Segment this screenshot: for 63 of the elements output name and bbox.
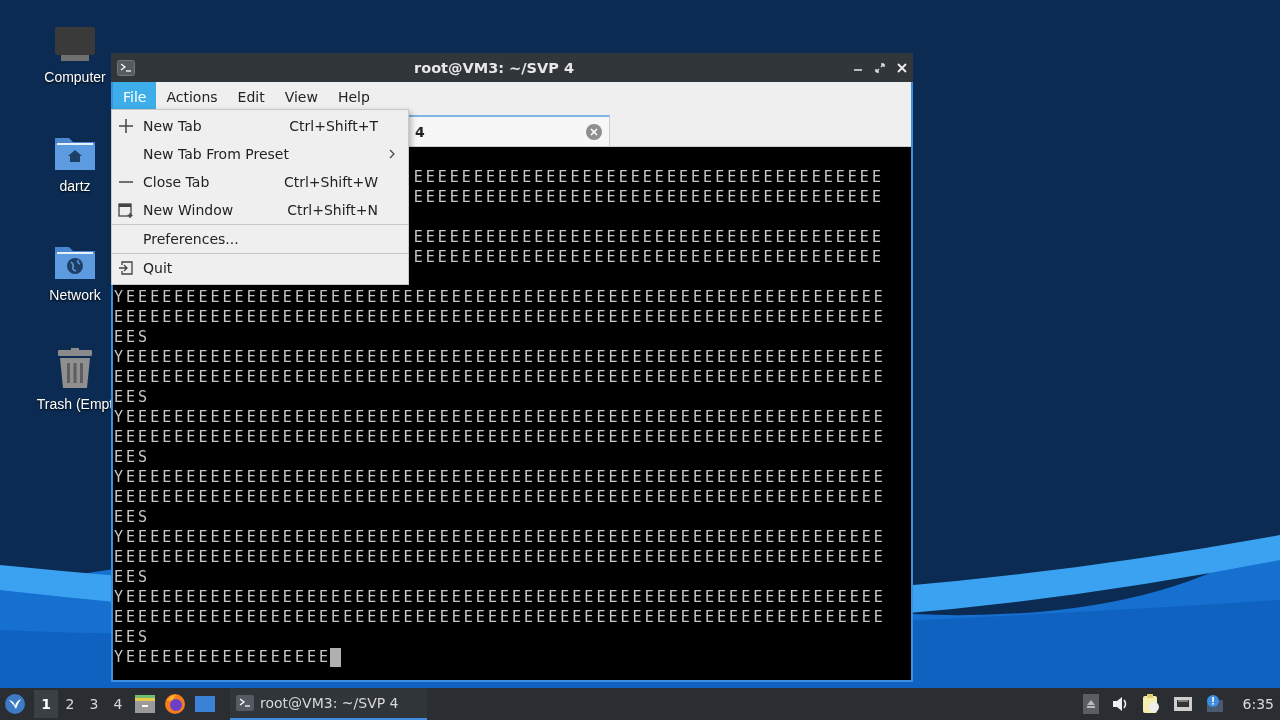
menu-item[interactable]: Close Tab Ctrl+Shift+W (112, 168, 408, 196)
clipboard-icon[interactable] (1140, 693, 1161, 715)
plus-icon (118, 118, 134, 134)
menu-item[interactable]: Quit (112, 254, 408, 282)
terminal-line: EEEEEEEEEEEEEEEEEEEEEEEEEEEEEEEEEEEEEEE (413, 168, 884, 186)
computer-icon (53, 25, 97, 61)
terminal-line: YEEEEEEEEEEEEEEEEEEEEEEEEEEEEEEEEEEEEEEEEEEEEEEEEEEEEEEEEEEEEEEE (114, 408, 886, 426)
terminal-line: EES (114, 388, 151, 406)
terminal-line: YEEEEEEEEEEEEEEEEEEEEEEEEEEEEEEEEEEEEEEEEEEEEEEEEEEEEEEEEEEEEEEE (114, 348, 886, 366)
workspace-button[interactable]: 4 (106, 690, 130, 718)
terminal-line: EES (114, 508, 151, 526)
terminal-line: EEEEEEEEEEEEEEEEEEEEEEEEEEEEEEEEEEEEEEEEEEEEEEEEEEEEEEEEEEEEEEEE (114, 368, 886, 386)
terminal-line: EES (114, 628, 151, 646)
icon-label: Computer (44, 69, 106, 85)
terminal-line: EES (114, 448, 151, 466)
close-tab-icon[interactable] (586, 123, 602, 140)
terminal-line: EEEEEEEEEEEEEEEEEEEEEEEEEEEEEEEEEEEEEEE (413, 228, 884, 246)
terminal-icon (236, 695, 254, 711)
menu-bar-item[interactable]: View (274, 82, 328, 111)
minus-icon (119, 181, 133, 183)
terminal-line: YEEEEEEEEEEEEEEEEEEEEEEEEEEEEEEEEEEEEEEEEEEEEEEEEEEEEEEEEEEEEEEE (114, 528, 886, 546)
terminal-line: EES (114, 328, 151, 346)
workspace-button[interactable]: 1 (34, 690, 58, 718)
menu-item[interactable]: New Window Ctrl+Shift+N (112, 196, 408, 224)
menu-item[interactable]: New Tab From Preset (112, 140, 408, 168)
terminal-line: EEEEEEEEEEEEEEEEEEEEEEEEEEEEEEEEEEEEEEEEEEEEEEEEEEEEEEEEEEEEEEEE (114, 608, 886, 626)
text-cursor (330, 647, 342, 667)
terminal-line: YEEEEEEEEEEEEEEEEE (114, 648, 332, 666)
icon-label: Network (49, 287, 101, 303)
exit-icon (118, 260, 134, 276)
menu-bar-item[interactable]: Actions (156, 82, 228, 111)
menu-item[interactable]: New Tab Ctrl+Shift+T (112, 112, 408, 140)
terminal-line: YEEEEEEEEEEEEEEEEEEEEEEEEEEEEEEEEEEEEEEEEEEEEEEEEEEEEEEEEEEEEEEE (114, 468, 886, 486)
terminal-line: EEEEEEEEEEEEEEEEEEEEEEEEEEEEEEEEEEEEEEEEEEEEEEEEEEEEEEEEEEEEEEEE (114, 308, 886, 326)
maximize-icon[interactable] (875, 62, 885, 73)
terminal-line: YEEEEEEEEEEEEEEEEEEEEEEEEEEEEEEEEEEEEEEEEEEEEEEEEEEEEEEEEEEEEEEE (114, 288, 886, 306)
menu-bar-item[interactable]: Help (327, 82, 380, 111)
start-menu-icon[interactable] (4, 693, 26, 715)
network-icon[interactable] (1172, 694, 1193, 714)
notification-icon[interactable] (1204, 694, 1225, 714)
window-title: root@VM3: ~/SVP 4 (413, 59, 575, 76)
file-manager-icon[interactable] (134, 693, 156, 715)
menu-bar-item[interactable]: Edit (227, 82, 275, 111)
close-icon[interactable] (897, 62, 907, 73)
browser-icon[interactable] (164, 693, 186, 715)
terminal-line: EEEEEEEEEEEEEEEEEEEEEEEEEEEEEEEEEEEEEEEEEEEEEEEEEEEEEEEEEEEEEEEE (114, 428, 886, 446)
terminal-line: EEEEEEEEEEEEEEEEEEEEEEEEEEEEEEEEEEEEEEE (413, 248, 884, 266)
terminal-line: EEEEEEEEEEEEEEEEEEEEEEEEEEEEEEEEEEEEEEEEEEEEEEEEEEEEEEEEEEEEEEEE (114, 488, 886, 506)
workspace-button[interactable]: 3 (82, 690, 106, 718)
terminal-icon (117, 59, 135, 76)
show-desktop-icon[interactable] (194, 693, 216, 715)
terminal-line: EEEEEEEEEEEEEEEEEEEEEEEEEEEEEEEEEEEEEEE (413, 188, 884, 206)
terminal-line: YEEEEEEEEEEEEEEEEEEEEEEEEEEEEEEEEEEEEEEEEEEEEEEEEEEEEEEEEEEEEEEE (114, 588, 886, 606)
eject-icon[interactable] (1082, 694, 1099, 714)
clock[interactable]: 6:35 (1242, 696, 1274, 712)
icon-label: dartz (59, 178, 91, 194)
terminal-line: EES (114, 568, 151, 586)
menu-item[interactable]: Preferences... (112, 225, 408, 253)
terminal-line: EEEEEEEEEEEEEEEEEEEEEEEEEEEEEEEEEEEEEEEEEEEEEEEEEEEEEEEEEEEEEEEE (114, 548, 886, 566)
workspace-button[interactable]: 2 (58, 690, 82, 718)
new-window-icon (118, 202, 134, 218)
taskbar-window-button[interactable]: root@VM3: ~/SVP 4 (230, 688, 427, 720)
volume-icon[interactable] (1110, 694, 1129, 714)
